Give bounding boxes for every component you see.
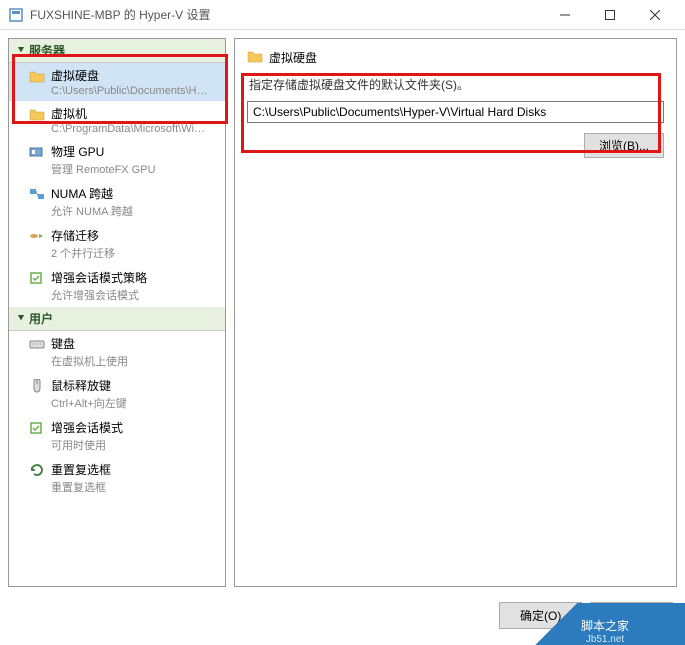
section-label: 服务器	[29, 42, 65, 59]
browse-button[interactable]: 浏览(B)...	[584, 133, 664, 158]
nav-mouse-release[interactable]: 鼠标释放键 Ctrl+Alt+向左键	[9, 373, 225, 415]
detail-panel: 虚拟硬盘 指定存储虚拟硬盘文件的默认文件夹(S)。 浏览(B)...	[234, 38, 677, 587]
nav-label: 鼠标释放键	[51, 377, 127, 394]
nav-enhanced-session-mode[interactable]: 增强会话模式 可用时使用	[9, 415, 225, 457]
nav-label: 增强会话模式策略	[51, 269, 147, 286]
nav-storage-migration[interactable]: 存储迁移 2 个并行迁移	[9, 223, 225, 265]
nav-sublabel: C:\ProgramData\Microsoft\Windo...	[51, 123, 211, 135]
section-header-user[interactable]: ⯆ 用户	[9, 307, 225, 331]
titlebar: FUXSHINE-MBP 的 Hyper-V 设置	[0, 0, 685, 30]
nav-sublabel: 允许增强会话模式	[51, 287, 147, 303]
mouse-icon	[29, 378, 45, 394]
migration-icon	[29, 228, 45, 244]
nav-label: NUMA 跨越	[51, 185, 133, 202]
nav-sublabel: 可用时使用	[51, 437, 123, 453]
session-icon	[29, 420, 45, 436]
nav-sublabel: 允许 NUMA 跨越	[51, 203, 133, 219]
maximize-button[interactable]	[587, 1, 632, 29]
nav-numa[interactable]: NUMA 跨越 允许 NUMA 跨越	[9, 181, 225, 223]
expand-icon: ⯆	[17, 45, 25, 56]
nav-label: 物理 GPU	[51, 143, 156, 160]
watermark-url: Jb51.net	[586, 634, 624, 645]
folder-icon	[29, 68, 45, 84]
nav-virtual-machine[interactable]: 虚拟机 C:\ProgramData\Microsoft\Windo...	[9, 101, 225, 139]
nav-label: 存储迁移	[51, 227, 115, 244]
policy-icon	[29, 270, 45, 286]
gpu-icon	[29, 144, 45, 160]
reset-icon	[29, 462, 45, 478]
minimize-button[interactable]	[542, 1, 587, 29]
detail-header: 虚拟硬盘	[247, 49, 664, 66]
keyboard-icon	[29, 336, 45, 352]
window-title: FUXSHINE-MBP 的 Hyper-V 设置	[30, 6, 542, 23]
detail-title: 虚拟硬盘	[269, 49, 317, 66]
nav-sublabel: 在虚拟机上使用	[51, 353, 128, 369]
close-button[interactable]	[632, 1, 677, 29]
nav-sublabel: 管理 RemoteFX GPU	[51, 161, 156, 177]
numa-icon	[29, 186, 45, 202]
nav-label: 虚拟硬盘	[51, 67, 211, 84]
nav-physical-gpu[interactable]: 物理 GPU 管理 RemoteFX GPU	[9, 139, 225, 181]
folder-icon	[29, 106, 45, 122]
nav-label: 键盘	[51, 335, 128, 352]
nav-sublabel: 重置复选框	[51, 479, 111, 495]
window-controls	[542, 1, 677, 29]
app-icon	[8, 7, 24, 23]
nav-sublabel: Ctrl+Alt+向左键	[51, 395, 127, 411]
nav-sublabel: C:\Users\Public\Documents\Hyper-...	[51, 85, 211, 97]
detail-description: 指定存储虚拟硬盘文件的默认文件夹(S)。	[247, 76, 664, 93]
watermark-name: 脚本之家	[581, 617, 629, 634]
path-input[interactable]	[247, 101, 664, 123]
nav-enhanced-session-policy[interactable]: 增强会话模式策略 允许增强会话模式	[9, 265, 225, 307]
watermark: 脚本之家 Jb51.net	[535, 603, 685, 645]
nav-sublabel: 2 个并行迁移	[51, 245, 115, 261]
folder-icon	[247, 49, 263, 66]
content-area: ⯆ 服务器 虚拟硬盘 C:\Users\Public\Documents\Hyp…	[0, 30, 685, 595]
nav-label: 增强会话模式	[51, 419, 123, 436]
nav-keyboard[interactable]: 键盘 在虚拟机上使用	[9, 331, 225, 373]
section-header-server[interactable]: ⯆ 服务器	[9, 39, 225, 63]
nav-label: 虚拟机	[51, 105, 211, 122]
nav-label: 重置复选框	[51, 461, 111, 478]
nav-reset-checkbox[interactable]: 重置复选框 重置复选框	[9, 457, 225, 499]
navigation-panel: ⯆ 服务器 虚拟硬盘 C:\Users\Public\Documents\Hyp…	[8, 38, 226, 587]
section-label: 用户	[29, 310, 53, 327]
expand-icon: ⯆	[17, 313, 25, 324]
nav-virtual-hard-disk[interactable]: 虚拟硬盘 C:\Users\Public\Documents\Hyper-...	[9, 63, 225, 101]
